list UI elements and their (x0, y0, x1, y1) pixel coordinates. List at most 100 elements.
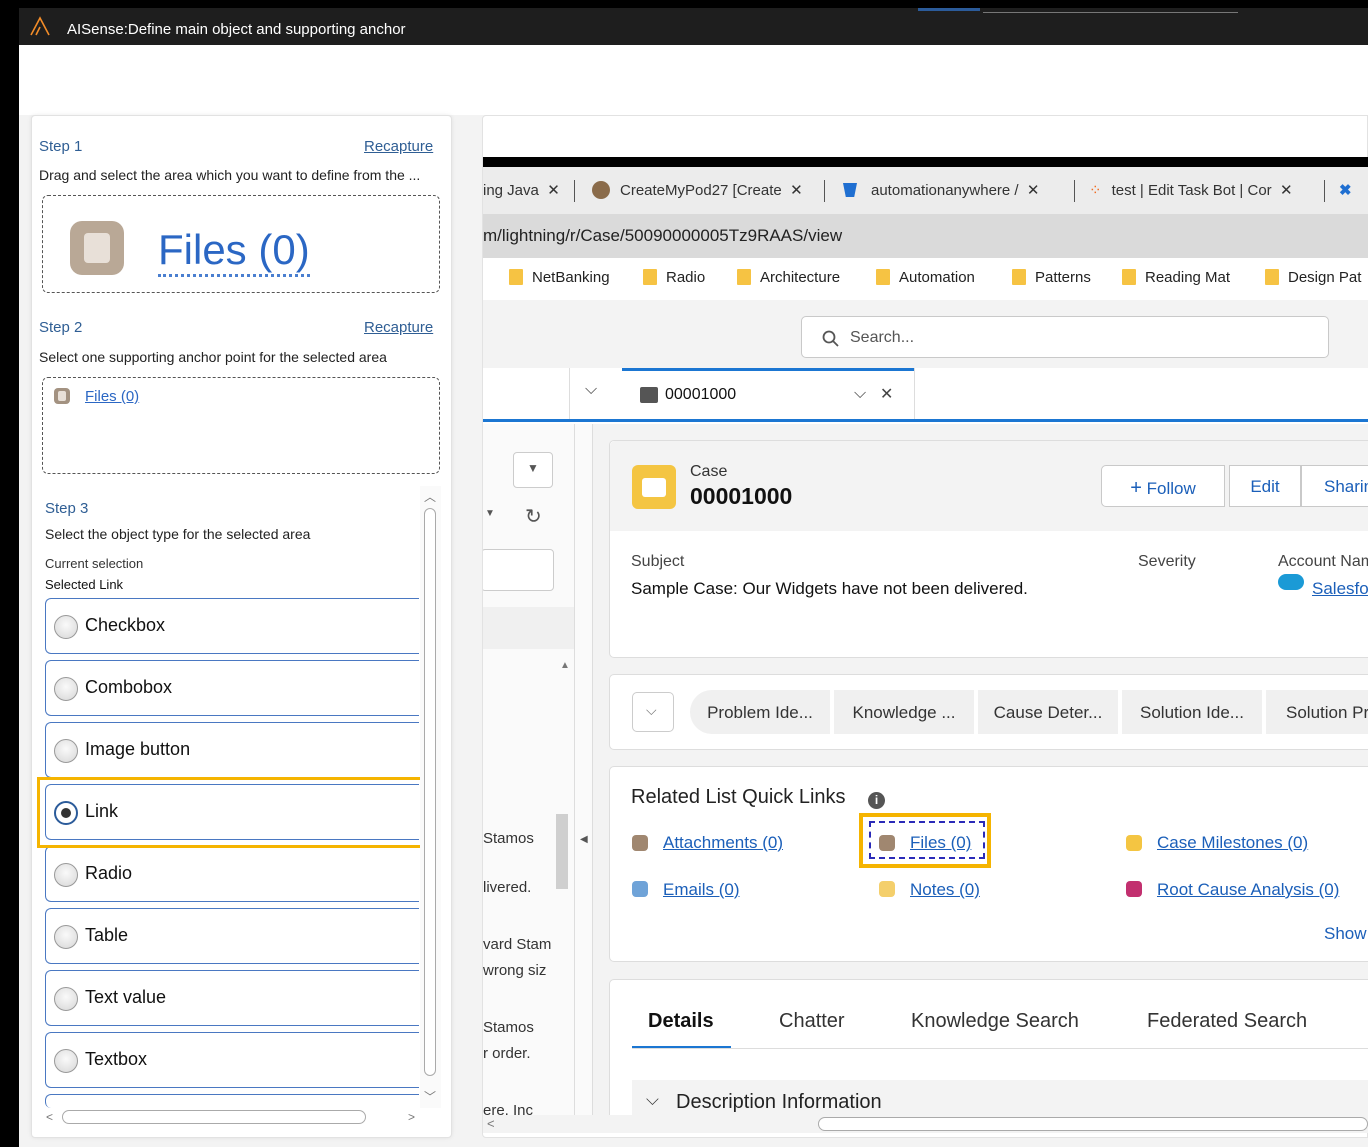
radio-button[interactable] (54, 615, 78, 639)
chevron-down-icon[interactable]: ⌵ (585, 381, 597, 399)
path-step[interactable]: Problem Ide... (690, 690, 830, 734)
global-search[interactable]: Search... (801, 316, 1329, 358)
browser-tab[interactable]: ⁘ test | Edit Task Bot | Cor ✕ (1089, 181, 1293, 199)
search-icon (822, 330, 839, 347)
radio-button[interactable] (54, 677, 78, 701)
milestones-icon (1126, 835, 1142, 851)
option-radio[interactable]: Radio (45, 846, 419, 902)
list-menu-button[interactable]: ▼ (513, 452, 553, 488)
collapse-arrow-icon[interactable]: ◀ (580, 834, 588, 845)
section-title: Description Information (676, 1091, 882, 1113)
folder-icon (876, 269, 890, 285)
list-text: r order. (483, 1045, 531, 1062)
horizontal-scrollbar[interactable] (40, 1108, 440, 1126)
scroll-down-icon[interactable]: ﹀ (424, 1088, 436, 1105)
option-text-value[interactable]: Text value (45, 970, 419, 1026)
share-button[interactable]: Sharin (1301, 465, 1368, 507)
tab-chatter[interactable]: Chatter (779, 1010, 845, 1033)
path-step[interactable]: Solution Ide... (1122, 690, 1262, 734)
show-all-link[interactable]: Show (1324, 924, 1367, 944)
browser-tab[interactable]: ing Java ✕ (483, 181, 560, 199)
bookmark-item[interactable]: Automation (876, 269, 975, 286)
files-icon (70, 221, 124, 275)
account-link[interactable]: Salesfo (1312, 579, 1368, 599)
salesforce-header: Search... (483, 300, 1368, 368)
bookmark-item[interactable]: Design Pat (1265, 269, 1361, 286)
path-step[interactable]: Knowledge ... (834, 690, 974, 734)
bookmark-item[interactable]: Reading Mat (1122, 269, 1230, 286)
dots-icon: ⁘ (1089, 182, 1102, 199)
option-textbox[interactable]: Textbox (45, 1032, 419, 1088)
title-bar: AISense:Define main object and supportin… (19, 8, 1368, 45)
record-detail-tabs: Details Chatter Knowledge Search Federat… (609, 979, 1368, 1115)
record-tab[interactable]: 00001000 ⌵ ✕ (622, 368, 914, 419)
option-table[interactable]: Table (45, 908, 419, 964)
path-step[interactable]: Solution Pr (1266, 690, 1368, 734)
notes-icon (879, 881, 895, 897)
list-search-input[interactable] (483, 549, 554, 591)
dropdown-icon: ▼ (485, 508, 495, 519)
email-icon (632, 881, 648, 897)
radio-button[interactable] (54, 863, 78, 887)
folder-icon (643, 269, 657, 285)
url-text: m/lightning/r/Case/50090000005Tz9RAAS/vi… (483, 226, 843, 245)
path-toggle-button[interactable]: ⌵ (632, 692, 674, 732)
highlights-panel: Case 00001000 + Follow Edit Sharin Subje… (609, 440, 1368, 658)
edit-button[interactable]: Edit (1229, 465, 1301, 507)
browser-tab[interactable]: automationanywhere / ✕ (843, 181, 1040, 199)
folder-icon (1122, 269, 1136, 285)
case-icon (640, 387, 658, 403)
vertical-scrollbar[interactable] (420, 486, 441, 1108)
bookmark-item[interactable]: Radio (643, 269, 705, 286)
capture-hscrollbar[interactable]: < (483, 1115, 1368, 1133)
list-text: Stamos (483, 1019, 534, 1036)
option-combobox[interactable]: Combobox (45, 660, 419, 716)
bookmark-item[interactable]: NetBanking (509, 269, 610, 286)
option-image-button[interactable]: Image button (45, 722, 419, 778)
follow-button[interactable]: + Follow (1101, 465, 1225, 507)
scroll-thumb[interactable] (62, 1110, 366, 1124)
scroll-thumb[interactable] (424, 508, 436, 1076)
attachments-icon (632, 835, 648, 851)
step2-recapture-link[interactable]: Recapture (364, 319, 433, 336)
scroll-left-icon[interactable]: < (46, 1110, 53, 1124)
tab-knowledge-search[interactable]: Knowledge Search (911, 1010, 1079, 1033)
close-icon[interactable]: ✕ (880, 384, 893, 404)
current-selection-value: Selected Link (45, 577, 124, 592)
radio-button[interactable] (54, 1049, 78, 1073)
tab-menu-icon[interactable]: ⌵ (854, 385, 866, 403)
workspace-tabs: ⌵ 00001000 ⌵ ✕ (483, 368, 1368, 422)
milestones-link[interactable]: Case Milestones (0) (1157, 833, 1308, 853)
tab-separator (1324, 180, 1325, 202)
files-link[interactable]: Files (0) (910, 833, 971, 853)
step3-description: Select the object type for the selected … (45, 526, 311, 542)
address-bar[interactable]: m/lightning/r/Case/50090000005Tz9RAAS/vi… (483, 214, 1368, 258)
option-label: Radio (85, 863, 133, 883)
scroll-right-icon[interactable]: > (408, 1110, 415, 1124)
step1-recapture-link[interactable]: Recapture (364, 138, 433, 155)
option-label: Combobox (85, 677, 173, 697)
path-step[interactable]: Cause Deter... (978, 690, 1118, 734)
radio-button[interactable] (54, 925, 78, 949)
scroll-up-icon[interactable]: ︿ (424, 488, 436, 505)
refresh-icon[interactable]: ↻ (525, 504, 542, 529)
attachments-link[interactable]: Attachments (0) (663, 833, 783, 853)
radio-button[interactable] (54, 739, 78, 763)
emails-link[interactable]: Emails (0) (663, 880, 740, 900)
bookmark-item[interactable]: Architecture (737, 269, 840, 286)
path-panel: ⌵ Problem Ide... Knowledge ... Cause Det… (609, 674, 1368, 750)
tab-details[interactable]: Details (648, 1010, 714, 1033)
radio-button[interactable] (54, 987, 78, 1011)
search-placeholder: Search... (850, 329, 915, 346)
bookmark-item[interactable]: Patterns (1012, 269, 1091, 286)
notes-link[interactable]: Notes (0) (910, 880, 980, 900)
tab-icon[interactable]: ✖ (1339, 181, 1352, 199)
scroll-up-icon[interactable]: ▲ (560, 660, 570, 671)
option-checkbox[interactable]: Checkbox (45, 598, 419, 654)
step3-title: Step 3 (45, 500, 89, 517)
section-header[interactable]: ⌵ Description Information (632, 1080, 1368, 1115)
list-scroll-thumb[interactable] (556, 814, 568, 889)
browser-tab[interactable]: CreateMyPod27 [Create ✕ (592, 181, 803, 199)
tab-federated-search[interactable]: Federated Search (1147, 1010, 1307, 1033)
root-cause-link[interactable]: Root Cause Analysis (0) (1157, 880, 1339, 900)
